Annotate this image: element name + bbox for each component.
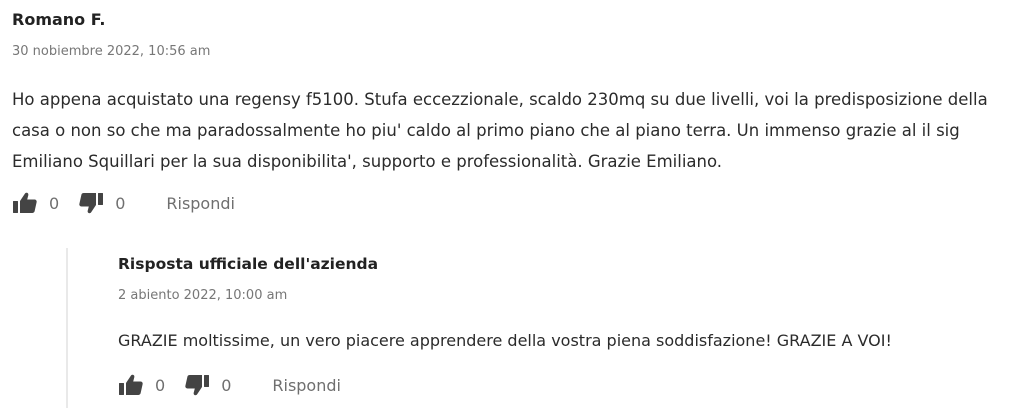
reply-dislike-button[interactable]: 0 [184, 373, 231, 397]
reply-date: 2 abiento 2022, 10:00 am [118, 288, 288, 303]
reply-author: Risposta ufficiale dell'azienda [118, 255, 379, 273]
reply-reply-button[interactable]: Rispondi [272, 376, 341, 395]
dislike-count: 0 [115, 193, 126, 213]
reply-button[interactable]: Rispondi [166, 194, 235, 213]
official-reply: Risposta ufficiale dell'azienda 2 abient… [66, 248, 1008, 408]
thumbs-down-icon [185, 375, 210, 396]
thumbs-up-icon [13, 192, 37, 213]
reply-text: GRAZIE moltissime, un vero piacere appre… [118, 331, 892, 350]
thumbs-up-icon [119, 374, 143, 395]
like-count: 0 [49, 193, 60, 213]
comment-date: 30 nobiembre 2022, 10:56 am [12, 44, 211, 59]
reply-like-button[interactable]: 0 [118, 373, 165, 397]
reply-like-count: 0 [155, 375, 166, 395]
reply-dislike-count: 0 [221, 375, 232, 395]
dislike-button[interactable]: 0 [78, 191, 125, 215]
comment-author: Romano F. [12, 10, 106, 29]
comment-text: Ho appena acquistato una regensy f5100. … [12, 90, 988, 171]
comment-actions: 0 0 Rispondi [12, 189, 235, 217]
like-button[interactable]: 0 [12, 191, 59, 215]
thumbs-down-icon [79, 193, 104, 214]
reply-actions: 0 0 Rispondi [118, 371, 341, 399]
